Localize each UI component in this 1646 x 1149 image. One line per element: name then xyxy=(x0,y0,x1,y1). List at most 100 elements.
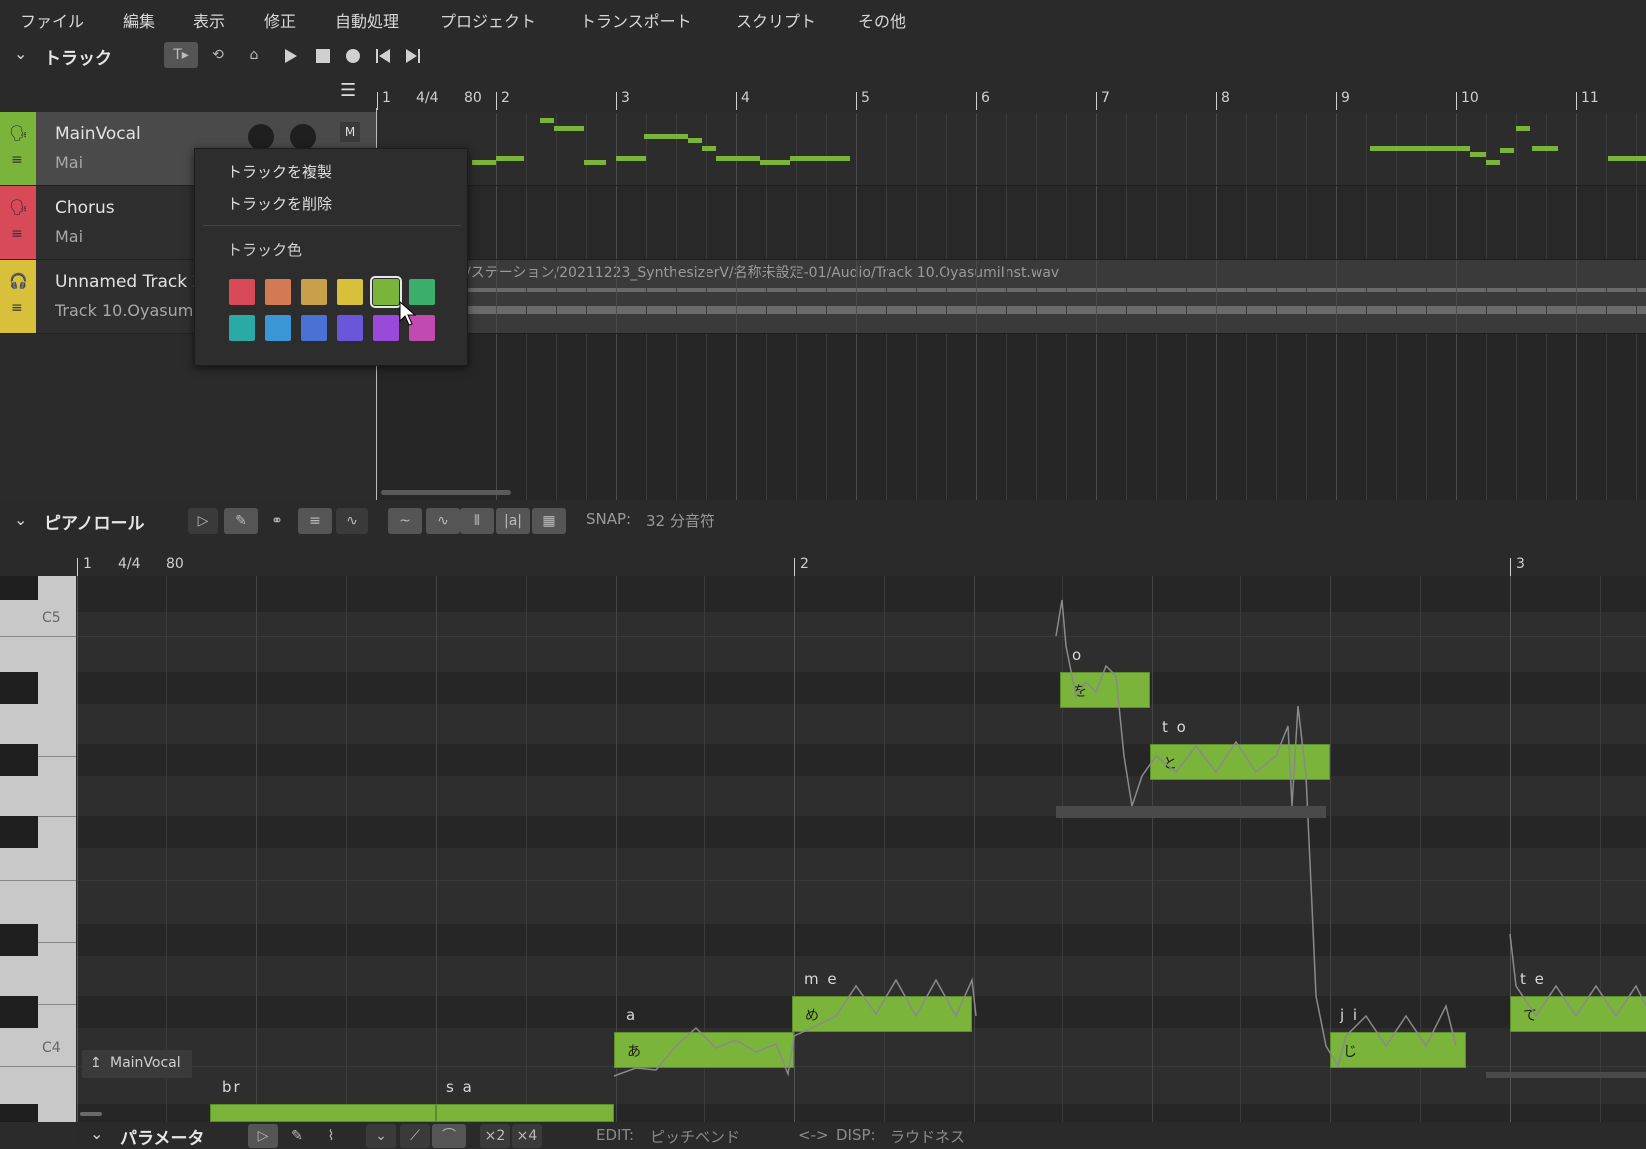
menu-divider xyxy=(203,225,461,226)
up-arrow-icon: ↥ xyxy=(90,1055,102,1071)
mini-note xyxy=(1470,152,1486,157)
duplicate-track-item[interactable]: トラックを複製 xyxy=(227,161,332,182)
waveform-icon[interactable]: ⦀ xyxy=(460,508,494,534)
menu-edit[interactable]: 編集 xyxy=(123,8,155,32)
black-key[interactable] xyxy=(0,1104,38,1122)
disp-value[interactable]: ラウドネス xyxy=(890,1126,965,1147)
gain-knob[interactable] xyxy=(248,124,274,150)
track-file: Track 10.Oyasumi xyxy=(55,301,195,320)
collapse-chevron-icon[interactable]: ⌄ xyxy=(14,44,27,63)
mute-button[interactable]: M xyxy=(340,122,360,142)
track-mode-icon[interactable]: T▸ xyxy=(164,42,198,68)
measure-label: 2 xyxy=(501,90,510,106)
stop-icon[interactable] xyxy=(316,49,330,63)
mini-note xyxy=(644,134,688,139)
color-swatch-teal[interactable] xyxy=(229,315,255,341)
pitch-curve-icon[interactable]: ∿ xyxy=(336,508,368,534)
collapse-chevron-icon[interactable]: ⌄ xyxy=(14,510,27,529)
lower-icon[interactable]: ⌄ xyxy=(366,1124,396,1148)
disp-label: DISP: xyxy=(836,1126,876,1144)
mini-note xyxy=(1500,148,1514,153)
menu-modify[interactable]: 修正 xyxy=(264,8,296,32)
link-icon[interactable]: ⚭ xyxy=(262,508,292,534)
piano-keyboard[interactable]: C5 C4 xyxy=(0,576,76,1122)
mini-note xyxy=(554,126,584,131)
arrange-bottom-scrollbar[interactable] xyxy=(381,490,511,495)
snap-value[interactable]: 32 分音符 xyxy=(646,510,715,531)
pencil-tool-icon[interactable]: ✎ xyxy=(224,508,258,534)
drag-handle-icon[interactable]: ≡ xyxy=(11,226,23,242)
hamburger-menu-icon[interactable]: ☰ xyxy=(340,80,356,101)
rewind-icon[interactable] xyxy=(376,49,390,63)
tempo-label: 80 xyxy=(464,90,482,106)
lyrics-icon[interactable]: |a| xyxy=(496,508,530,534)
select-tool-icon[interactable]: ▷ xyxy=(248,1124,278,1148)
curve-tool-icon[interactable]: ⌇ xyxy=(316,1124,346,1148)
headphones-icon: 🎧 xyxy=(9,272,28,290)
pitch-line-icon[interactable]: ~ xyxy=(388,508,422,534)
note-align-icon[interactable]: ≡ xyxy=(298,508,332,534)
select-tool-icon[interactable]: ▷ xyxy=(188,508,218,534)
track-voice: Mai xyxy=(55,153,84,172)
black-key[interactable] xyxy=(0,924,38,956)
track-name[interactable]: MainVocal xyxy=(55,124,195,144)
black-key[interactable] xyxy=(0,744,38,776)
color-swatch-yellow[interactable] xyxy=(337,279,363,305)
track-tag[interactable]: ↥ MainVocal xyxy=(82,1050,192,1078)
menu-project[interactable]: プロジェクト xyxy=(440,8,536,32)
color-swatch-amber[interactable] xyxy=(301,279,327,305)
drag-handle-icon[interactable]: ≡ xyxy=(11,300,23,316)
black-key[interactable] xyxy=(0,816,38,848)
zoom-x2-button[interactable]: ×2 xyxy=(480,1124,510,1148)
menu-other[interactable]: その他 xyxy=(858,8,906,32)
arrange-ruler[interactable]: 1 4/4 80 2 3 4 5 6 7 8 9 10 11 xyxy=(376,74,1646,112)
track-name[interactable]: Chorus xyxy=(55,198,195,218)
color-swatch-red[interactable] xyxy=(229,279,255,305)
track-section-title: トラック xyxy=(44,49,112,69)
key-label-c4: C4 xyxy=(42,1040,61,1056)
smooth-icon[interactable]: ⌒ xyxy=(432,1124,466,1148)
track-name[interactable]: Unnamed Track 2 xyxy=(55,272,195,292)
grid-scrollbar[interactable] xyxy=(80,1112,102,1116)
record-icon[interactable] xyxy=(345,48,361,64)
color-swatch-purple[interactable] xyxy=(373,315,399,341)
delete-track-item[interactable]: トラックを削除 xyxy=(227,193,332,214)
loop-icon[interactable]: ⟲ xyxy=(204,42,232,68)
forward-icon[interactable] xyxy=(406,49,420,63)
measure-label: 1 xyxy=(83,556,92,572)
clapper-icon[interactable]: ▦ xyxy=(532,508,566,534)
menu-script[interactable]: スクリプト xyxy=(736,8,816,32)
white-keys[interactable] xyxy=(0,576,76,1122)
menu-file[interactable]: ファイル xyxy=(20,8,84,32)
arrangement-view[interactable]: 1 4/4 80 2 3 4 5 6 7 8 9 10 11 /ステーション/2… xyxy=(376,74,1646,500)
drag-handle-icon[interactable]: ≡ xyxy=(11,152,23,168)
metronome-icon[interactable]: ⌂ xyxy=(240,42,268,68)
swap-icon[interactable]: <-> xyxy=(798,1126,829,1144)
mini-note xyxy=(1370,146,1470,151)
zoom-x4-button[interactable]: ×4 xyxy=(512,1124,542,1148)
menu-transport[interactable]: トランスポート xyxy=(580,8,692,32)
collapse-chevron-icon[interactable]: ⌄ xyxy=(90,1124,103,1143)
ramp-icon[interactable]: ⟋ xyxy=(400,1124,430,1148)
color-swatch-orange[interactable] xyxy=(265,279,291,305)
pianoroll-ruler[interactable]: 1 4/4 80 2 3 xyxy=(0,540,1646,576)
color-swatch-green-selected[interactable] xyxy=(370,276,402,308)
menu-automation[interactable]: 自動処理 xyxy=(335,8,399,32)
play-icon[interactable] xyxy=(284,48,298,64)
black-key[interactable] xyxy=(0,672,38,704)
pianoroll-grid[interactable]: o を t o と m e め a あ j i じ t e て br s a ↥… xyxy=(76,576,1646,1122)
measure-label: 3 xyxy=(621,90,630,106)
pencil-tool-icon[interactable]: ✎ xyxy=(282,1124,312,1148)
color-swatch-sky[interactable] xyxy=(265,315,291,341)
pitch-wave-icon[interactable]: ∿ xyxy=(426,508,460,534)
pianoroll-title: ピアノロール xyxy=(44,514,145,534)
menu-view[interactable]: 表示 xyxy=(193,8,225,32)
color-swatch-indigo[interactable] xyxy=(337,315,363,341)
pan-knob[interactable] xyxy=(290,124,316,150)
measure-label: 3 xyxy=(1516,556,1525,572)
edit-value[interactable]: ピッチベンド xyxy=(650,1126,740,1147)
color-swatch-blue[interactable] xyxy=(301,315,327,341)
black-key[interactable] xyxy=(0,996,38,1028)
black-key[interactable] xyxy=(0,576,38,600)
measure-tick xyxy=(794,558,795,576)
